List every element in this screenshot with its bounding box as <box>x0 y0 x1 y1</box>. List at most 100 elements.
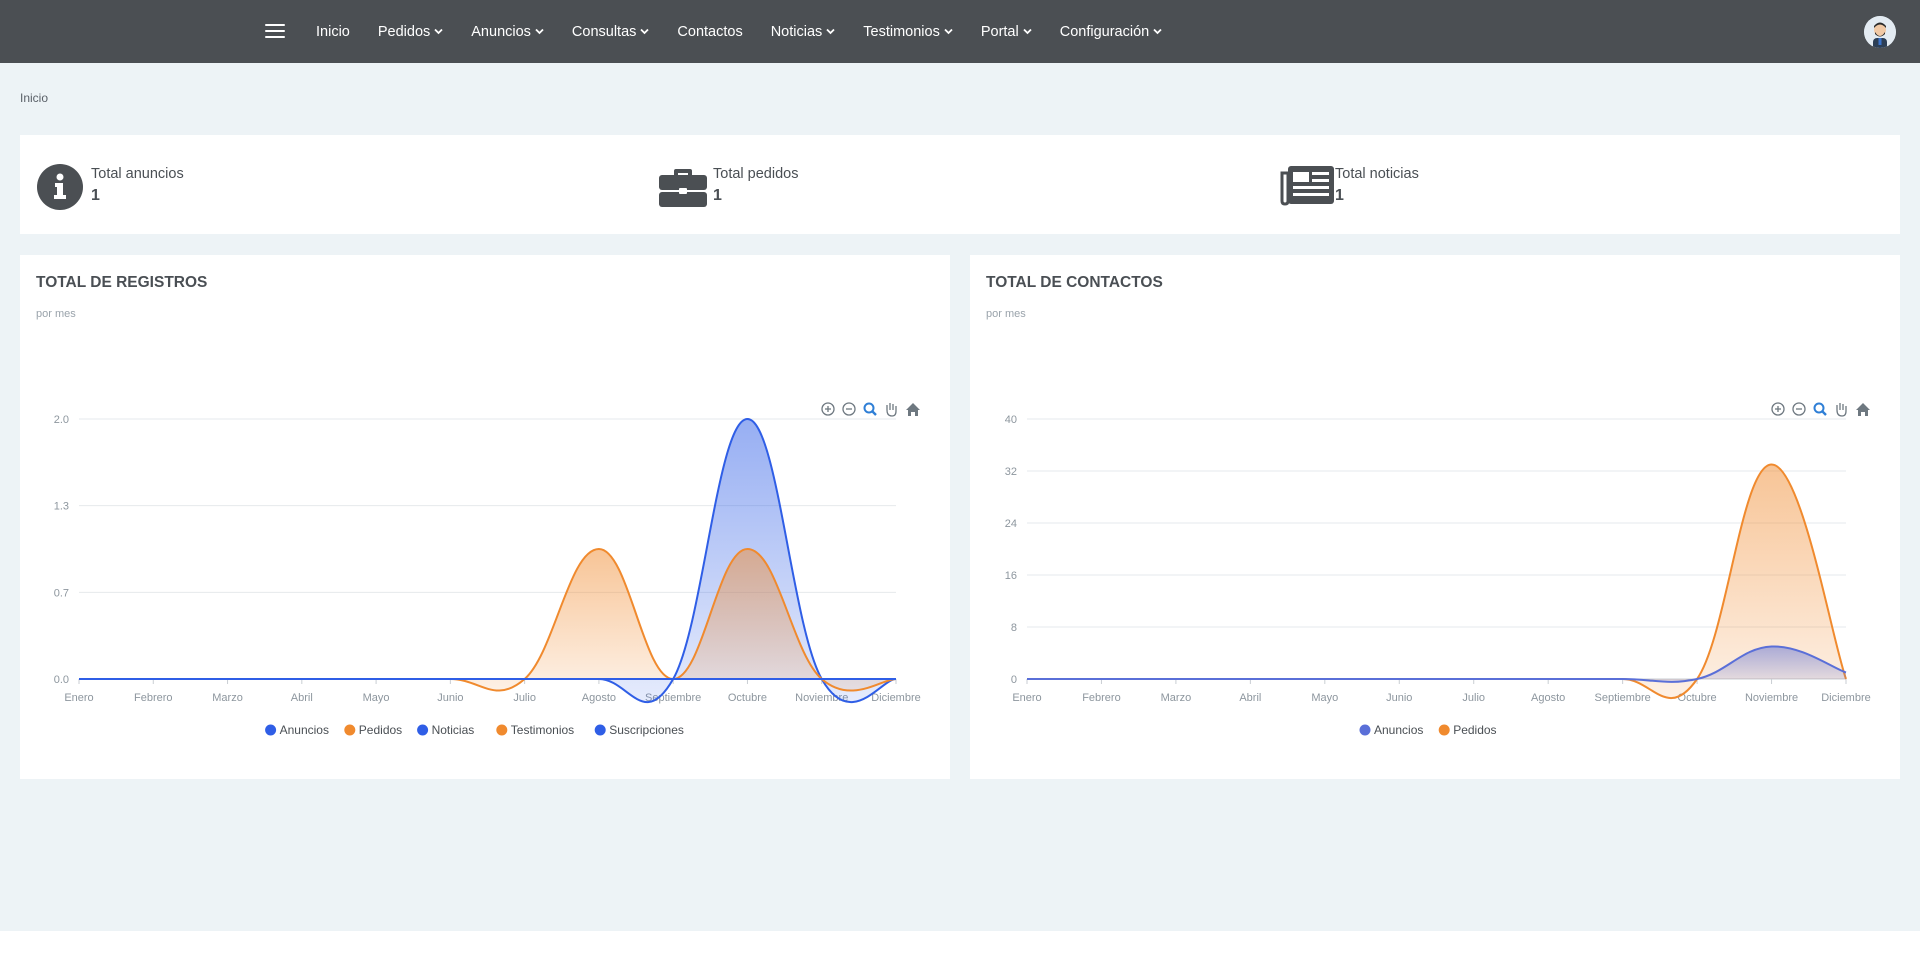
contactos-panel: TOTAL DE CONTACTOS por mes 0 8 16 24 32 40 Ene… <box>970 255 1900 779</box>
nav-item-label: Consultas <box>571 23 637 40</box>
stats-card: Total anuncios 1 Total pedidos 1 Total n… <box>20 135 1900 234</box>
footer <box>0 931 1920 953</box>
x-tick-label: Octubre <box>728 692 767 704</box>
chevron-down-icon <box>640 28 650 35</box>
legend-marker <box>265 724 277 736</box>
legend-marker <box>496 724 508 736</box>
magnifier-icon[interactable] <box>863 402 877 416</box>
stat-value: 1 <box>1335 187 1344 204</box>
main-nav: Inicio Pedidos Anuncios Consultas Contactos N… <box>316 0 1190 63</box>
legend-item-anuncios[interactable]: Anuncios <box>1359 723 1424 737</box>
legend-item-pedidos[interactable]: Pedidos <box>1438 723 1497 737</box>
y-tick-label: 0 <box>1011 674 1017 686</box>
nav-item-label: Inicio <box>316 23 350 40</box>
x-tick-label: Agosto <box>582 692 616 704</box>
pan-hand-icon[interactable] <box>1836 403 1847 417</box>
stat-value: 1 <box>713 187 722 204</box>
chart-toolbar <box>1771 402 1870 417</box>
nav-item-label: Testimonios <box>863 23 940 40</box>
registros-chart: 0.0 0.7 1.3 2.0 Enero Febrero Marzo Abril Mayo Ju… <box>54 402 921 737</box>
contactos-chart: 0 8 16 24 32 40 Enero Febrero Marzo Abril Mayo Juni… <box>1005 402 1871 737</box>
zoom-out-icon[interactable] <box>1792 402 1806 416</box>
x-tick-label: Septiembre <box>1595 692 1651 704</box>
home-icon[interactable] <box>906 403 920 416</box>
legend-label: Pedidos <box>359 723 402 737</box>
x-tick-label: Abril <box>291 692 313 704</box>
legend-label: Suscripciones <box>609 723 684 737</box>
chevron-down-icon <box>1023 28 1032 35</box>
stat-value: 1 <box>91 187 100 204</box>
x-tick-label: Marzo <box>212 692 243 704</box>
nav-item-noticias[interactable]: Noticias <box>771 24 836 40</box>
legend-item-testimonios[interactable]: Testimonios <box>496 723 574 737</box>
x-tick-label: Enero <box>1012 692 1041 704</box>
magnifier-icon[interactable] <box>1813 402 1827 416</box>
x-tick-label: Diciembre <box>1821 692 1871 704</box>
legend-label: Noticias <box>432 723 475 737</box>
chevron-down-icon <box>944 28 953 35</box>
legend-marker <box>344 724 356 736</box>
y-tick-label: 32 <box>1005 466 1017 478</box>
home-icon[interactable] <box>1856 403 1870 416</box>
chevron-down-icon <box>826 28 835 35</box>
legend-item-noticias[interactable]: Noticias <box>417 723 474 737</box>
x-tick-label: Julio <box>1462 692 1485 704</box>
breadcrumb[interactable]: Inicio <box>20 91 48 105</box>
legend-marker <box>594 724 606 736</box>
nav-item-inicio[interactable]: Inicio <box>316 24 350 40</box>
x-tick-label: Abril <box>1239 692 1261 704</box>
nav-item-configuracin[interactable]: Configuración <box>1060 24 1162 40</box>
x-tick-label: Agosto <box>1531 692 1565 704</box>
chevron-down-icon <box>434 28 443 35</box>
chevron-down-icon <box>1153 28 1162 35</box>
zoom-in-icon[interactable] <box>821 402 835 416</box>
info-icon <box>36 163 84 216</box>
y-tick-label: 8 <box>1011 622 1017 634</box>
y-tick-label: 40 <box>1005 414 1017 426</box>
y-tick-label: 24 <box>1005 518 1017 530</box>
y-tick-label: 2.0 <box>54 414 69 426</box>
legend-item-anuncios[interactable]: Anuncios <box>265 723 329 737</box>
legend-marker <box>417 724 429 736</box>
nav-item-anuncios[interactable]: Anuncios <box>471 24 544 40</box>
zoom-in-icon[interactable] <box>1771 402 1785 416</box>
zoom-out-icon[interactable] <box>842 402 856 416</box>
menu-toggle-icon[interactable] <box>265 24 285 40</box>
legend-label: Anuncios <box>280 723 329 737</box>
nav-item-label: Pedidos <box>377 23 431 40</box>
y-tick-label: 1.3 <box>54 501 69 513</box>
x-tick-label: Noviembre <box>1745 692 1798 704</box>
chevron-down-icon <box>535 28 544 35</box>
legend-item-suscripciones[interactable]: Suscripciones <box>594 723 684 737</box>
x-tick-label: Mayo <box>1311 692 1338 704</box>
chart-legend: Anuncios Pedidos Noticias Testimonios Suscri… <box>265 723 684 737</box>
nav-item-portal[interactable]: Portal <box>981 24 1032 40</box>
chart-toolbar <box>821 402 920 417</box>
x-tick-label: Enero <box>64 692 93 704</box>
x-tick-label: Junio <box>437 692 463 704</box>
nav-item-label: Portal <box>980 23 1019 40</box>
legend-marker <box>1359 724 1371 736</box>
x-tick-label: Marzo <box>1161 692 1192 704</box>
legend-marker <box>1438 724 1450 736</box>
y-tick-label: 16 <box>1005 570 1017 582</box>
nav-item-consultas[interactable]: Consultas <box>571 23 650 40</box>
newspaper-icon <box>1280 163 1336 212</box>
briefcase-icon <box>658 163 708 216</box>
x-tick-label: Julio <box>513 692 536 704</box>
pan-hand-icon[interactable] <box>886 403 897 417</box>
nav-item-contactos[interactable]: Contactos <box>677 24 742 40</box>
stat-label: Total pedidos <box>713 166 799 182</box>
legend-label: Anuncios <box>1374 723 1423 737</box>
x-tick-label: Febrero <box>134 692 173 704</box>
nav-item-testimonios[interactable]: Testimonios <box>863 24 953 40</box>
x-tick-label: Diciembre <box>871 692 921 704</box>
nav-item-label: Contactos <box>677 23 743 40</box>
x-tick-label: Mayo <box>363 692 390 704</box>
stat-label: Total anuncios <box>91 166 184 182</box>
legend-label: Pedidos <box>1453 723 1496 737</box>
registros-panel: TOTAL DE REGISTROS por mes 0.0 0.7 1.3 2.0 E… <box>20 255 950 779</box>
nav-item-pedidos[interactable]: Pedidos <box>378 24 443 40</box>
legend-item-pedidos[interactable]: Pedidos <box>344 723 402 737</box>
user-avatar[interactable] <box>1864 16 1896 48</box>
